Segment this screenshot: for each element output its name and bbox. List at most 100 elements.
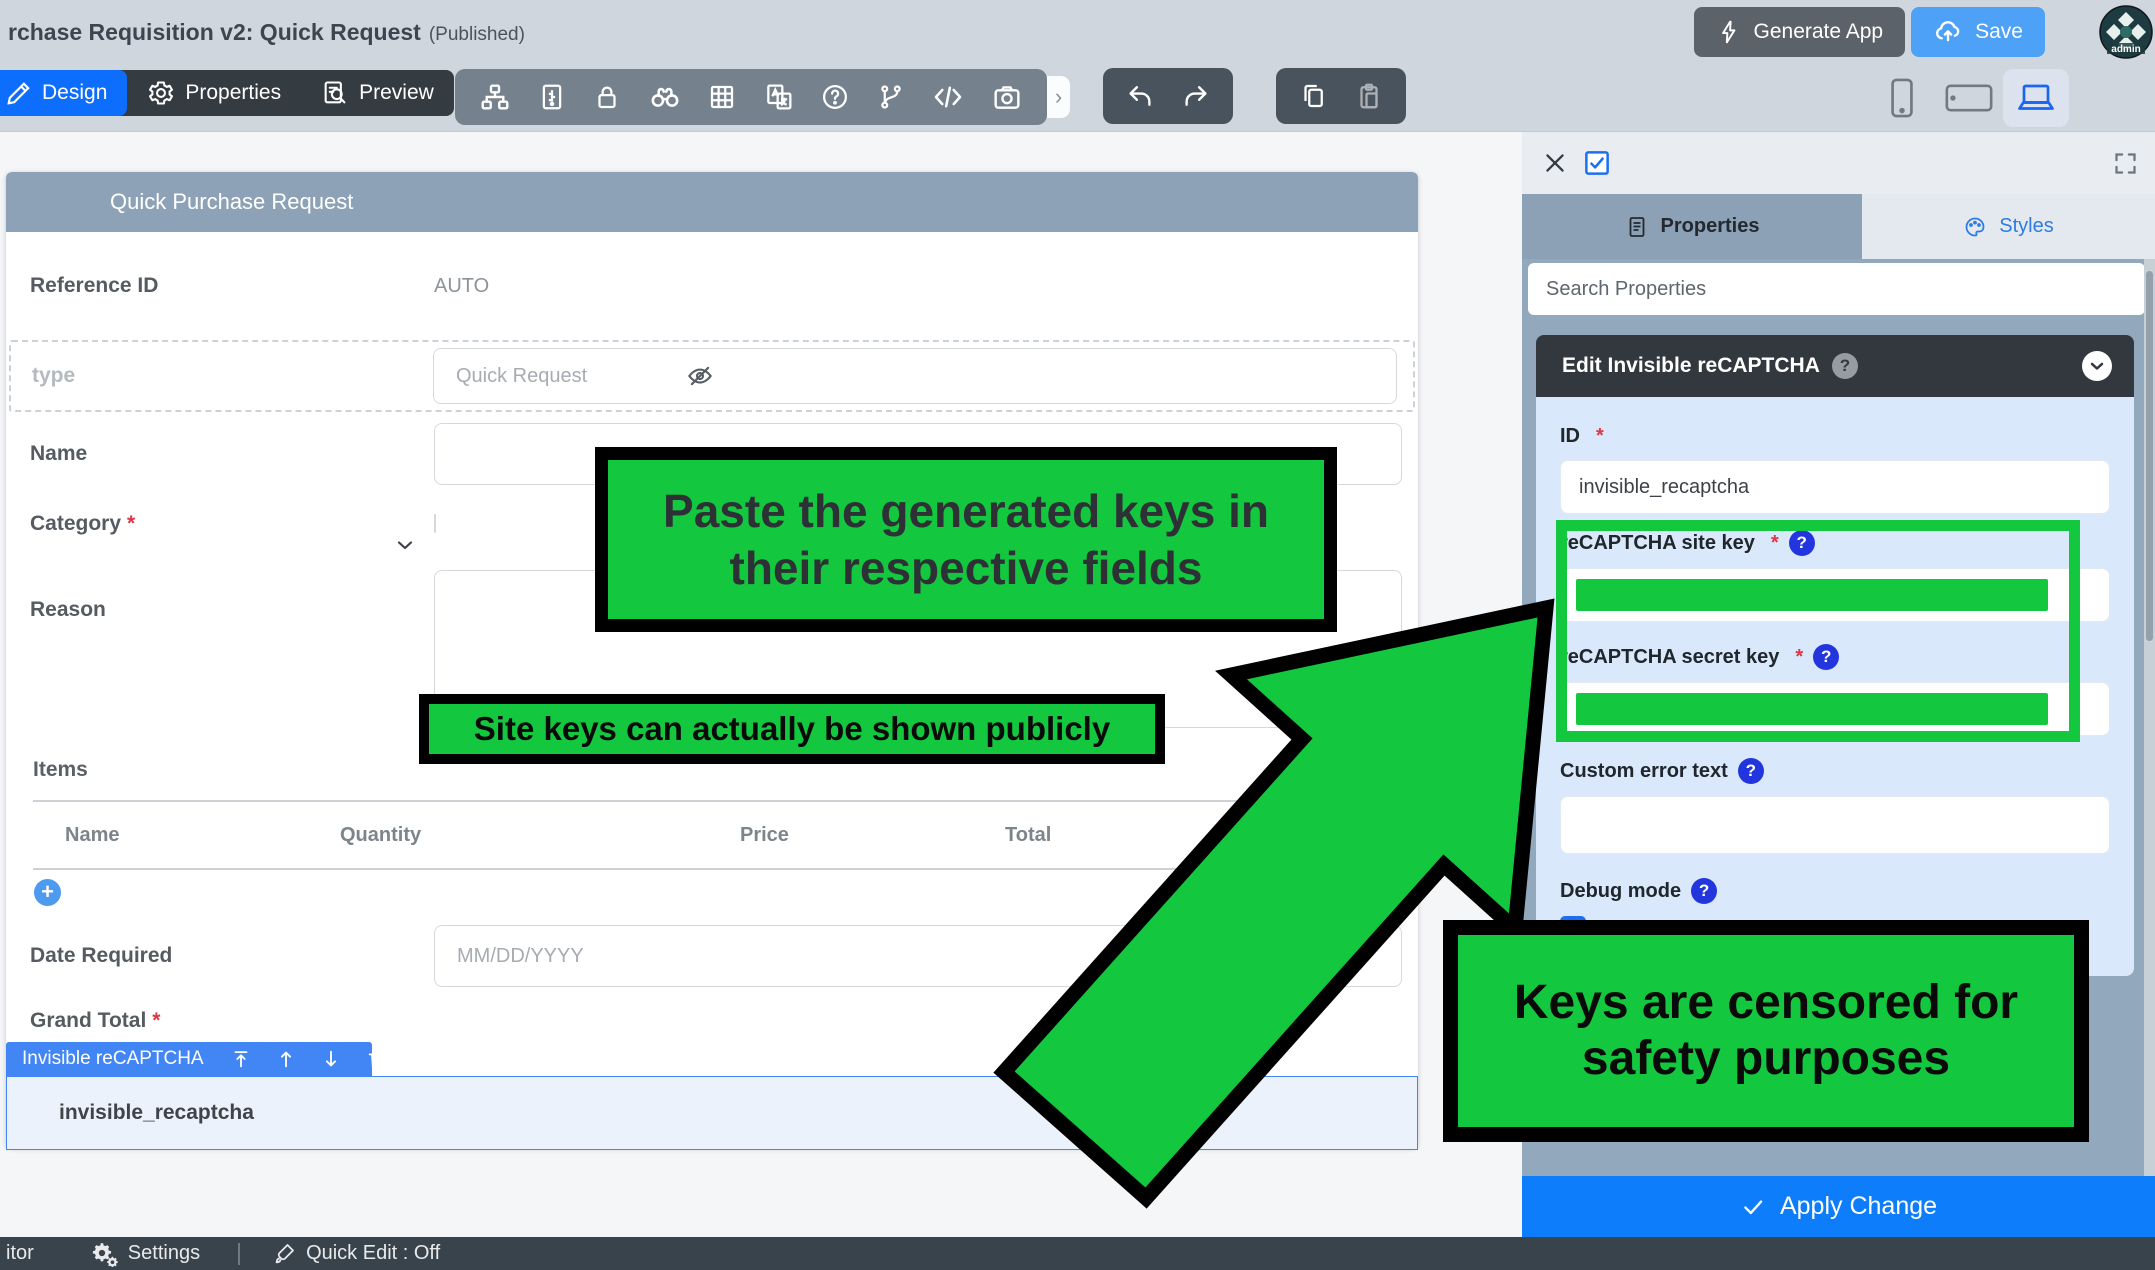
category-select[interactable] <box>434 514 436 533</box>
type-input[interactable] <box>433 348 1397 404</box>
pencil-icon <box>6 80 32 106</box>
form-title: Quick Purchase Request <box>110 189 353 215</box>
items-col-name: Name <box>65 824 340 847</box>
toolbar-expand-chevron[interactable]: › <box>1047 76 1070 118</box>
section-help-icon[interactable]: ? <box>1832 353 1858 379</box>
panel-top-strip <box>1522 132 2155 194</box>
brush-icon <box>272 1242 296 1266</box>
cloud-upload-icon <box>1933 17 1963 47</box>
checkbox-select-icon[interactable] <box>1582 148 1612 178</box>
form-title-bar: Quick Purchase Request <box>6 172 1418 232</box>
preview-icon <box>321 79 349 107</box>
date-input[interactable] <box>434 925 1402 987</box>
lock-icon[interactable] <box>592 82 622 112</box>
quick-edit-toggle[interactable]: Quick Edit : Off <box>272 1242 440 1266</box>
field-type-hidden[interactable]: type <box>9 340 1415 412</box>
collapse-chevron-icon[interactable] <box>2082 351 2112 381</box>
items-col-price: Price <box>740 824 1005 847</box>
branch-icon[interactable] <box>876 82 906 112</box>
grid-icon[interactable] <box>707 82 737 112</box>
tab-properties[interactable]: Properties <box>127 70 301 116</box>
scrollbar-thumb[interactable] <box>2146 271 2153 641</box>
required-asterisk: * <box>1771 532 1779 555</box>
site-key-label: reCAPTCHA site key* ? <box>1560 530 2110 556</box>
app-title-text: rchase Requisition v2: Quick Request <box>8 19 421 45</box>
section-title: Edit Invisible reCAPTCHA <box>1562 354 1820 378</box>
search-properties-input[interactable] <box>1528 263 2145 315</box>
redo-icon[interactable] <box>1181 81 1211 111</box>
field-reference-id[interactable]: Reference ID AUTO <box>6 232 1418 340</box>
custom-error-help-icon[interactable]: ? <box>1738 758 1764 784</box>
phone-preview-icon[interactable] <box>1883 76 1921 120</box>
secret-key-label: reCAPTCHA secret key* ? <box>1560 644 2110 670</box>
site-key-help-icon[interactable]: ? <box>1789 530 1815 556</box>
save-button[interactable]: Save <box>1911 7 2045 57</box>
panel-resize-handle[interactable]: || <box>1524 666 1539 728</box>
tab-design[interactable]: Design <box>0 70 127 116</box>
app-builder-window: rchase Requisition v2: Quick Request (Pub… <box>0 0 2155 1270</box>
delete-icon[interactable] <box>365 1048 387 1070</box>
required-asterisk: * <box>1596 425 1604 448</box>
desktop-preview-button[interactable] <box>2003 69 2069 127</box>
paste-icon[interactable] <box>1354 81 1384 111</box>
censored-keys-group: reCAPTCHA site key* ? reCAPTCHA secret k… <box>1560 530 2110 736</box>
toolbar-row: Design Properties Preview › <box>0 64 2155 132</box>
code-icon[interactable] <box>931 80 965 114</box>
expand-icon[interactable] <box>2112 150 2139 177</box>
field-date-required[interactable]: Date Required <box>6 914 1418 998</box>
id-label: ID* <box>1560 425 2110 448</box>
top-bar: rchase Requisition v2: Quick Request (Pub… <box>0 0 2155 64</box>
move-up-icon[interactable] <box>275 1048 297 1070</box>
sitemap-icon[interactable] <box>479 81 511 113</box>
field-label: type <box>32 364 433 388</box>
apply-change-button[interactable]: Apply Change <box>1522 1176 2155 1237</box>
undo-icon[interactable] <box>1125 81 1155 111</box>
field-label: Reason <box>30 570 434 622</box>
avatar[interactable]: admin <box>2099 5 2153 59</box>
chevron-down-icon <box>393 533 417 557</box>
tab-preview[interactable]: Preview <box>301 70 454 116</box>
avatar-label: admin <box>2111 44 2140 55</box>
reference-id-value: AUTO <box>434 275 1402 298</box>
id-input[interactable] <box>1560 460 2110 514</box>
tablet-preview-icon[interactable] <box>1943 78 1995 118</box>
annotation-keys-censored: Keys are censored for safety purposes <box>1443 920 2089 1142</box>
required-asterisk: * <box>1795 646 1803 669</box>
element-toolbar <box>455 69 1047 125</box>
published-badge: (Published) <box>429 24 525 45</box>
binoculars-icon[interactable] <box>648 80 682 114</box>
recaptcha-element[interactable]: invisible_recaptcha <box>6 1076 1418 1150</box>
translate-icon[interactable] <box>763 81 795 113</box>
panel-scrollbar[interactable] <box>2144 259 2155 1237</box>
required-asterisk: * <box>127 512 135 535</box>
move-down-icon[interactable] <box>320 1048 342 1070</box>
custom-error-input[interactable] <box>1560 796 2110 854</box>
selected-element-toolbar: Invisible reCAPTCHA <box>6 1042 372 1076</box>
add-row-icon[interactable]: + <box>34 879 61 906</box>
form-structure-icon[interactable] <box>537 82 567 112</box>
gears-icon <box>92 1241 118 1267</box>
statusbar-divider <box>238 1243 240 1265</box>
move-top-icon[interactable] <box>230 1048 252 1070</box>
section-header[interactable]: Edit Invisible reCAPTCHA ? <box>1536 335 2134 397</box>
settings-button[interactable]: Settings <box>92 1241 200 1267</box>
field-label: Name <box>30 442 434 466</box>
camera-icon[interactable] <box>991 81 1023 113</box>
tab-panel-styles[interactable]: Styles <box>1862 194 2155 259</box>
items-col-quantity: Quantity <box>340 824 740 847</box>
close-icon[interactable] <box>1542 150 1568 176</box>
copy-icon[interactable] <box>1298 81 1328 111</box>
help-icon[interactable] <box>820 82 850 112</box>
generate-app-button[interactable]: Generate App <box>1694 7 1906 57</box>
secret-key-help-icon[interactable]: ? <box>1813 644 1839 670</box>
page-title: rchase Requisition v2: Quick Request (Pub… <box>8 19 525 46</box>
field-label: Reference ID <box>30 274 434 298</box>
statusbar-left-fragment[interactable]: itor <box>6 1242 34 1265</box>
history-group <box>1103 68 1233 124</box>
annotation-paste-keys: Paste the generated keys in their respec… <box>595 447 1337 632</box>
debug-mode-help-icon[interactable]: ? <box>1691 878 1717 904</box>
field-label: Date Required <box>30 944 434 968</box>
annotation-site-keys-public: Site keys can actually be shown publicly <box>419 694 1165 764</box>
tab-panel-properties[interactable]: Properties <box>1522 194 1862 259</box>
secret-key-censor-bar <box>1576 693 2048 725</box>
